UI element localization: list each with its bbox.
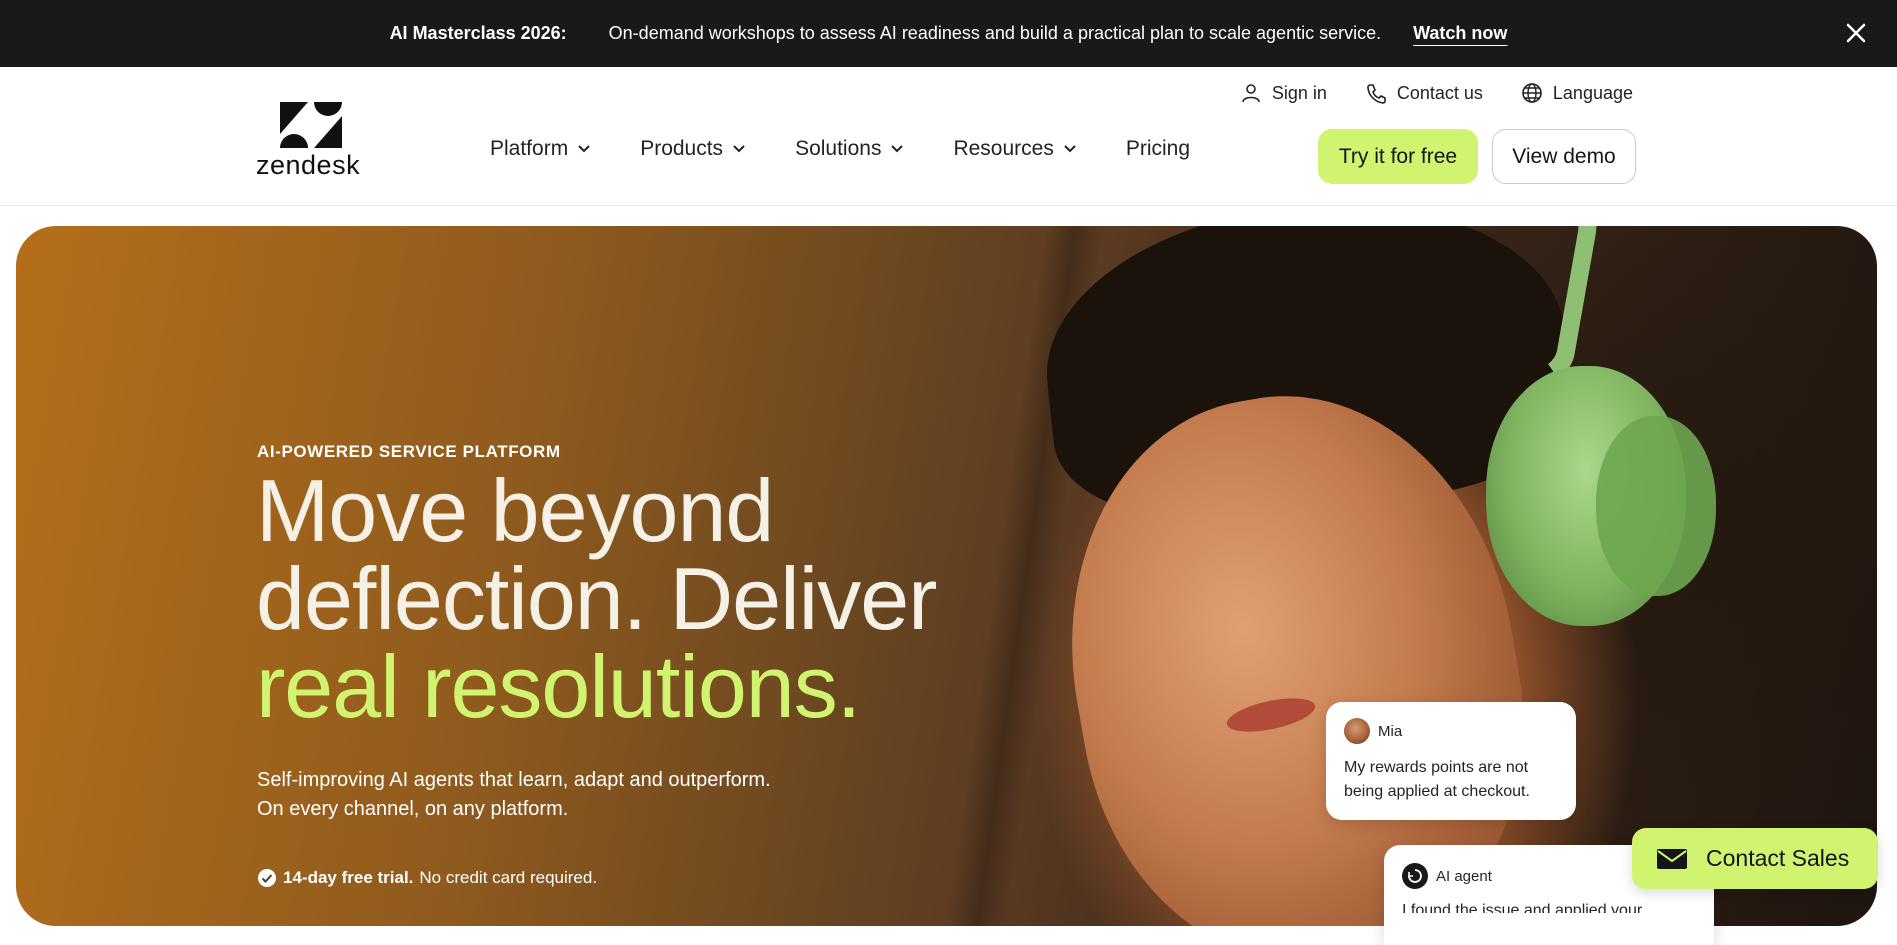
announcement-message: On-demand workshops to assess AI readine… — [608, 23, 1382, 43]
nav-label: Solutions — [795, 137, 882, 160]
mail-icon — [1657, 848, 1687, 869]
main-nav: Platform Products Solutions Resources Pr… — [490, 137, 1190, 161]
headline-line-1: Move beyond — [256, 461, 774, 560]
chat-sender-name: Mia — [1378, 722, 1403, 740]
hero-eyebrow: AI-POWERED SERVICE PLATFORM — [257, 442, 561, 461]
headline-accent: real resolutions. — [256, 637, 861, 736]
announcement-bar: AI Masterclass 2026: On-demand workshops… — [0, 0, 1897, 67]
phone-icon — [1367, 84, 1386, 104]
trial-rest: No credit card required. — [419, 868, 598, 887]
free-trial-note: 14-day free trial. No credit card requir… — [257, 868, 597, 888]
headline-line-2: deflection. Deliver — [256, 549, 937, 648]
contact-sales-button[interactable]: Contact Sales — [1632, 828, 1878, 889]
hero-section: AI-POWERED SERVICE PLATFORM Move beyond … — [16, 226, 1877, 926]
watch-now-link[interactable]: Watch now — [1413, 23, 1507, 44]
announcement-tag: AI Masterclass 2026: — [389, 23, 567, 43]
chevron-down-icon — [891, 145, 904, 153]
close-icon[interactable] — [1841, 18, 1871, 48]
globe-icon — [1522, 83, 1542, 103]
sign-in-label: Sign in — [1271, 82, 1327, 103]
chevron-down-icon — [1064, 145, 1076, 153]
chevron-down-icon — [733, 145, 745, 153]
chat-card-customer: Mia My rewards points are not being appl… — [1326, 702, 1576, 820]
nav-item-solutions[interactable]: Solutions — [795, 137, 905, 161]
hero-subheadline: Self-improving AI agents that learn, ada… — [257, 766, 857, 824]
nav-item-resources[interactable]: Resources — [953, 137, 1077, 161]
nav-label: Products — [640, 137, 724, 160]
nav-label: Resources — [953, 137, 1054, 160]
headphone-earcup-inner — [1596, 416, 1716, 596]
subhead-line-2: On every channel, on any platform. — [257, 798, 569, 820]
ai-agent-icon — [1402, 863, 1428, 889]
utility-nav: Sign in Contact us Language — [1240, 75, 1633, 111]
user-icon — [1242, 84, 1260, 103]
chevron-down-icon — [578, 145, 590, 153]
sign-in-link[interactable]: Sign in — [1240, 75, 1327, 111]
chat-message: My rewards points are not being applied … — [1344, 759, 1530, 800]
trial-bold: 14-day free trial. — [283, 868, 414, 887]
brand-wordmark: zendesk — [256, 150, 361, 180]
hero-headline: Move beyond deflection. Deliver real res… — [256, 467, 1016, 731]
chat-sender-name: AI agent — [1436, 867, 1492, 885]
view-demo-button[interactable]: View demo — [1492, 129, 1636, 184]
nav-label: Platform — [490, 137, 569, 160]
site-header: Sign in Contact us Language zendesk Plat… — [0, 67, 1897, 206]
nav-item-platform[interactable]: Platform — [490, 137, 592, 161]
try-free-button[interactable]: Try it for free — [1318, 129, 1478, 184]
contact-sales-label: Contact Sales — [1706, 845, 1850, 871]
contact-us-label: Contact us — [1396, 82, 1483, 103]
zendesk-logo-mark — [280, 102, 342, 148]
check-circle-icon — [258, 869, 276, 887]
language-selector[interactable]: Language — [1521, 75, 1633, 111]
nav-item-pricing[interactable]: Pricing — [1126, 137, 1190, 161]
subhead-line-1: Self-improving AI agents that learn, ada… — [257, 769, 771, 791]
language-label: Language — [1552, 82, 1633, 103]
zendesk-logo[interactable]: zendesk — [256, 102, 366, 182]
avatar — [1344, 718, 1370, 744]
nav-item-products[interactable]: Products — [640, 137, 747, 161]
nav-label: Pricing — [1125, 137, 1191, 160]
chat-message: I found the issue and applied your — [1402, 902, 1643, 913]
contact-us-link[interactable]: Contact us — [1365, 75, 1483, 111]
